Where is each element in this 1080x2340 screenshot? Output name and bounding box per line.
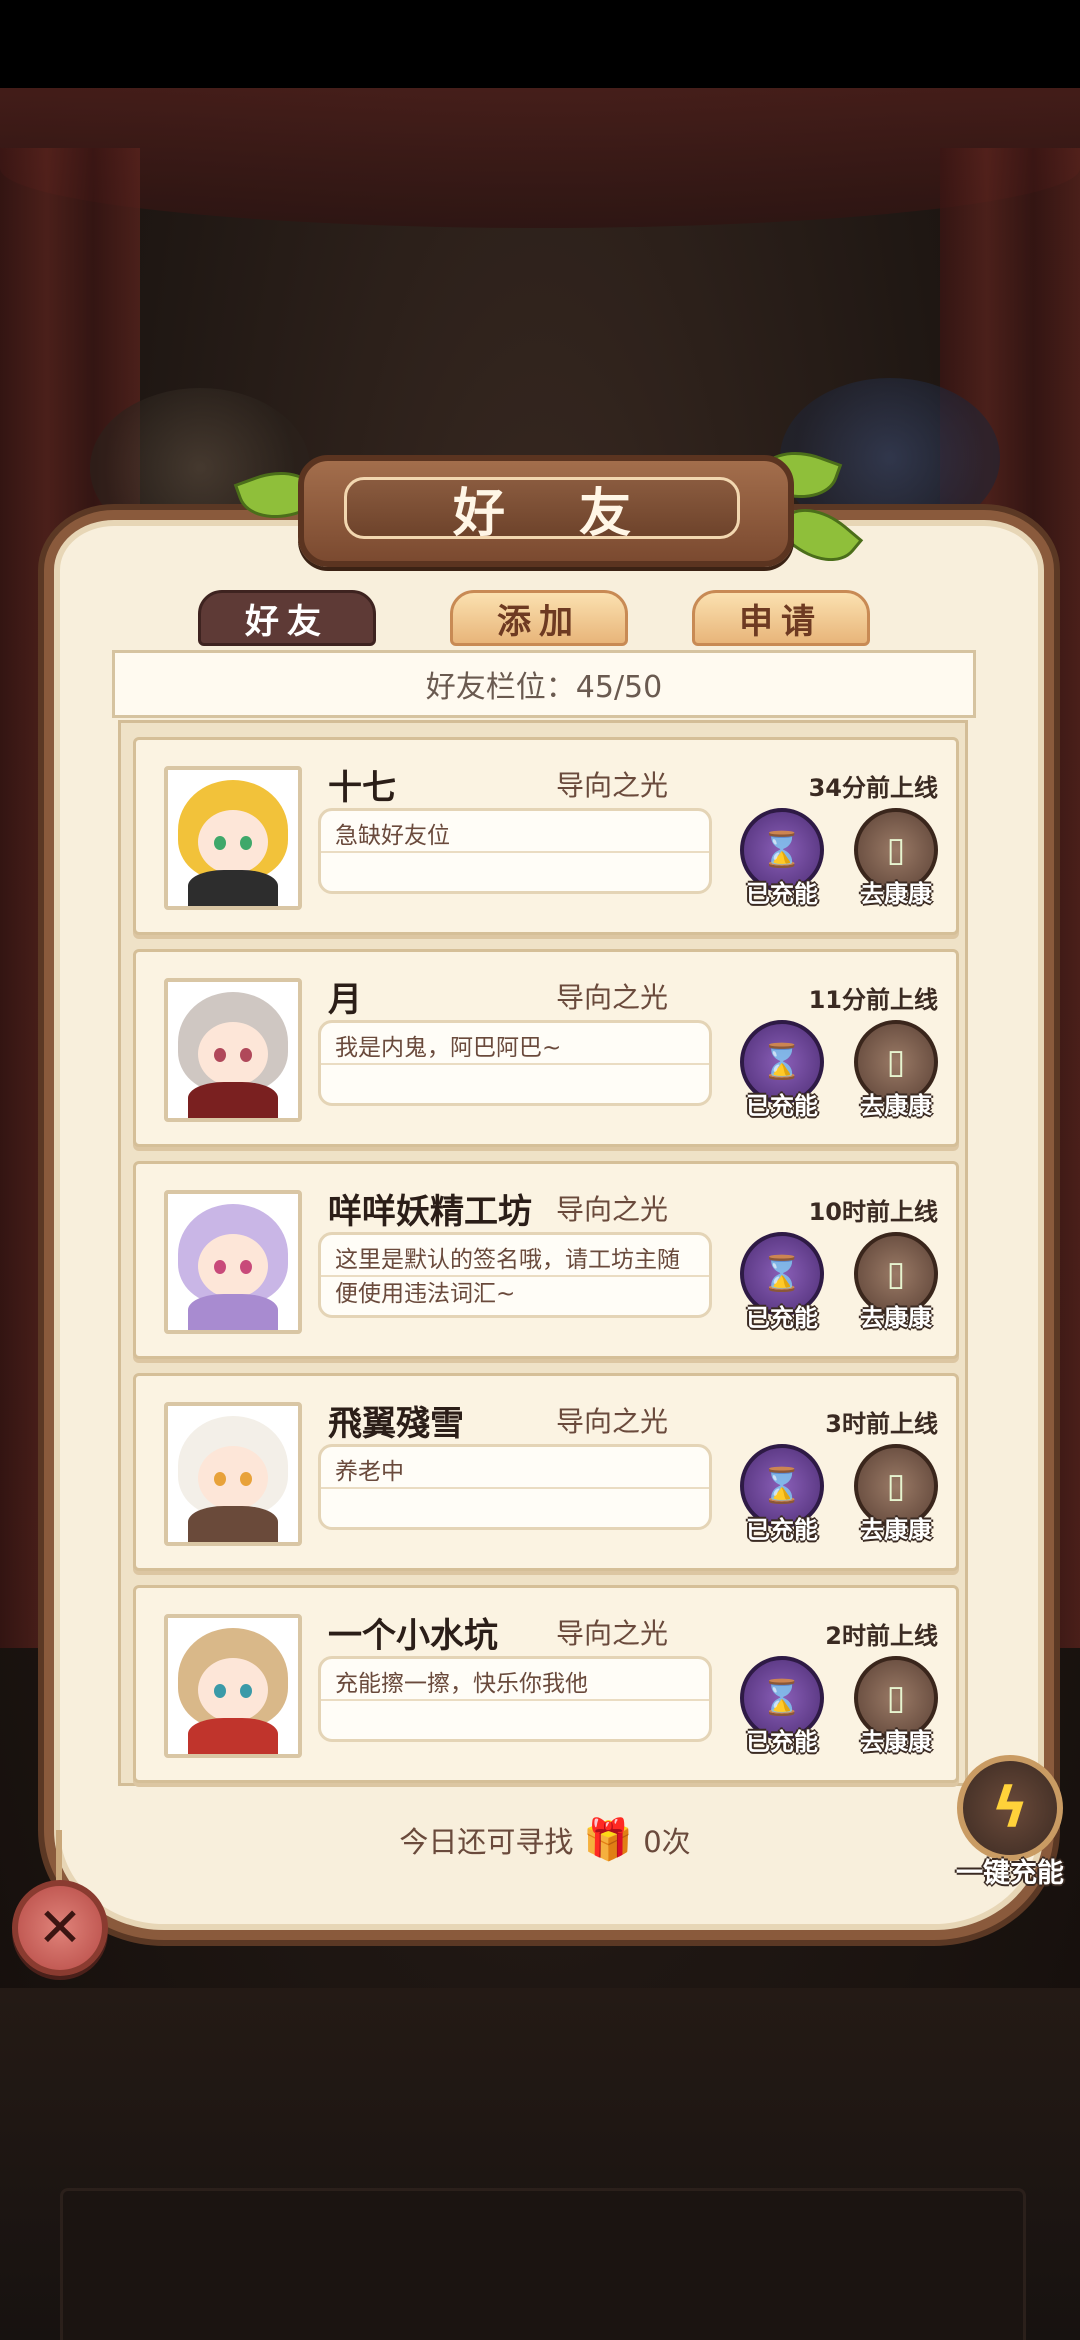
charge-label: 已充能	[746, 1304, 818, 1332]
charge-label: 已充能	[746, 1516, 818, 1544]
avatar-body	[188, 1294, 278, 1330]
gift-icon: 🎁	[583, 1817, 634, 1863]
avatar-eye	[214, 1048, 226, 1062]
visit-button[interactable]: ▯ 去康康	[848, 1232, 944, 1332]
page-title: 好 友	[344, 477, 740, 544]
friend-name: 一个小水坑	[328, 1616, 498, 1656]
charge-label: 已充能	[746, 1092, 818, 1120]
friend-last-online: 34分前上线	[808, 774, 938, 802]
avatar-eye	[214, 836, 226, 850]
visit-button[interactable]: ▯ 去康康	[848, 1444, 944, 1544]
friend-last-online: 3时前上线	[825, 1410, 938, 1438]
friend-signature: 养老中	[318, 1444, 712, 1530]
friend-name: 飛翼殘雪	[328, 1404, 464, 1444]
avatar[interactable]	[164, 1402, 302, 1546]
friend-signature: 急缺好友位	[318, 808, 712, 894]
friend-card[interactable]: 咩咩妖精工坊 导向之光 10时前上线 这里是默认的签名哦，请工坊主随便使用违法词…	[133, 1161, 959, 1359]
tab-friends[interactable]: 好友	[198, 590, 376, 646]
friend-name: 月	[328, 980, 362, 1020]
friend-slots-counter: 好友栏位：45/50	[112, 650, 976, 718]
visit-label: 去康康	[860, 1092, 932, 1120]
curtain-top	[0, 88, 1080, 228]
avatar[interactable]	[164, 978, 302, 1122]
friend-card[interactable]: 一个小水坑 导向之光 2时前上线 充能擦一擦，快乐你我他 ⌛ 已充能 ▯ 去康康	[133, 1585, 959, 1783]
avatar[interactable]	[164, 1190, 302, 1334]
avatar-eye	[240, 1260, 252, 1274]
avatar[interactable]	[164, 1614, 302, 1758]
charge-button[interactable]: ⌛ 已充能	[734, 1656, 830, 1756]
visit-button[interactable]: ▯ 去康康	[848, 1020, 944, 1120]
avatar-eye	[240, 1048, 252, 1062]
visit-button[interactable]: ▯ 去康康	[848, 808, 944, 908]
friend-name: 十七	[328, 768, 396, 808]
friend-signature: 充能擦一擦，快乐你我他	[318, 1656, 712, 1742]
friend-guild: 导向之光	[556, 981, 669, 1014]
lightning-icon: ϟ	[957, 1755, 1063, 1861]
visit-label: 去康康	[860, 880, 932, 908]
visit-label: 去康康	[860, 1304, 932, 1332]
avatar-eye	[240, 836, 252, 850]
friend-name: 咩咩妖精工坊	[328, 1192, 532, 1232]
friend-guild: 导向之光	[556, 1617, 669, 1650]
avatar-eye	[214, 1260, 226, 1274]
charge-button[interactable]: ⌛ 已充能	[734, 1444, 830, 1544]
friend-signature: 我是内鬼，阿巴阿巴~	[318, 1020, 712, 1106]
search-remaining: 今日还可寻找 🎁 0次	[380, 1815, 710, 1865]
friend-card[interactable]: 飛翼殘雪 导向之光 3时前上线 养老中 ⌛ 已充能 ▯ 去康康	[133, 1373, 959, 1571]
avatar-eye	[214, 1472, 226, 1486]
visit-button[interactable]: ▯ 去康康	[848, 1656, 944, 1756]
title-plate: 好 友	[298, 455, 794, 567]
avatar-body	[188, 870, 278, 906]
friend-guild: 导向之光	[556, 1193, 669, 1226]
avatar[interactable]	[164, 766, 302, 910]
charge-button[interactable]: ⌛ 已充能	[734, 1020, 830, 1120]
friend-signature: 这里是默认的签名哦，请工坊主随便使用违法词汇~	[318, 1232, 712, 1318]
one-key-charge-label: 一键充能	[956, 1858, 1064, 1889]
search-remaining-count: 0次	[643, 1825, 691, 1859]
friend-card[interactable]: 月 导向之光 11分前上线 我是内鬼，阿巴阿巴~ ⌛ 已充能 ▯ 去康康	[133, 949, 959, 1147]
charge-button[interactable]: ⌛ 已充能	[734, 808, 830, 908]
one-key-charge-button[interactable]: ϟ 一键充能	[952, 1755, 1068, 1895]
charge-label: 已充能	[746, 880, 818, 908]
close-button[interactable]: ✕	[12, 1880, 108, 1976]
avatar-body	[188, 1718, 278, 1754]
avatar-face	[198, 810, 268, 874]
visit-label: 去康康	[860, 1728, 932, 1756]
avatar-eye	[214, 1684, 226, 1698]
avatar-body	[188, 1506, 278, 1542]
search-remaining-label: 今日还可寻找	[399, 1825, 574, 1859]
tab-requests[interactable]: 申请	[692, 590, 870, 646]
avatar-face	[198, 1446, 268, 1510]
charge-label: 已充能	[746, 1728, 818, 1756]
stage-chest	[60, 2188, 1026, 2340]
visit-label: 去康康	[860, 1516, 932, 1544]
avatar-face	[198, 1234, 268, 1298]
close-icon: ✕	[37, 1896, 83, 1959]
friend-last-online: 2时前上线	[825, 1622, 938, 1650]
avatar-body	[188, 1082, 278, 1118]
avatar-eye	[240, 1472, 252, 1486]
friend-list[interactable]: 十七 导向之光 34分前上线 急缺好友位 ⌛ 已充能 ▯ 去康康 月 导向之光 …	[118, 720, 968, 1786]
friend-guild: 导向之光	[556, 769, 669, 802]
charge-button[interactable]: ⌛ 已充能	[734, 1232, 830, 1332]
friend-last-online: 10时前上线	[808, 1198, 938, 1226]
friend-guild: 导向之光	[556, 1405, 669, 1438]
friend-last-online: 11分前上线	[808, 986, 938, 1014]
avatar-face	[198, 1022, 268, 1086]
friend-card[interactable]: 十七 导向之光 34分前上线 急缺好友位 ⌛ 已充能 ▯ 去康康	[133, 737, 959, 935]
tab-add[interactable]: 添加	[450, 590, 628, 646]
avatar-face	[198, 1658, 268, 1722]
avatar-eye	[240, 1684, 252, 1698]
